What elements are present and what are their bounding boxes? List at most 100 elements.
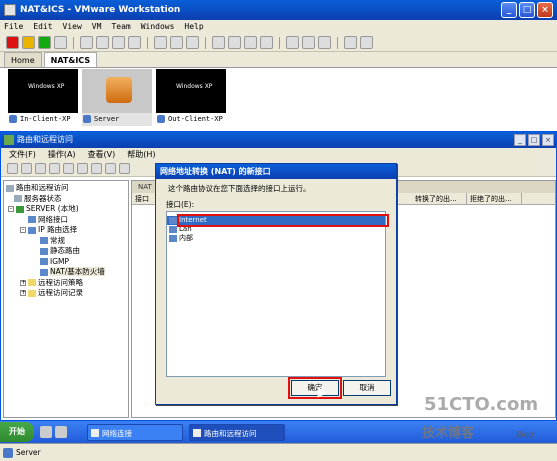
menu-windows[interactable]: Windows <box>141 20 175 34</box>
toolbar-separator <box>147 36 148 49</box>
refresh-icon[interactable] <box>91 163 102 174</box>
view-thumbnail-icon[interactable] <box>302 36 315 49</box>
menu-team[interactable]: Team <box>111 20 130 34</box>
show-tree-icon[interactable] <box>49 163 60 174</box>
static-routes-icon <box>40 247 48 255</box>
expand-icon[interactable]: + <box>20 290 26 296</box>
tree-item-server-local[interactable]: - SERVER (本地) <box>6 204 126 215</box>
thumbnail-out-client-xp[interactable]: Windows XP Out-Client-XP <box>156 69 226 126</box>
interface-list[interactable]: Internet Lan 内部 <box>166 211 389 377</box>
record-icon[interactable] <box>344 36 357 49</box>
tree-item-static-routes[interactable]: 静态路由 <box>6 246 126 257</box>
power-off-icon[interactable] <box>6 36 19 49</box>
watermark-blog-cn: 技术博客 <box>422 426 475 441</box>
rras-app-icon <box>4 135 14 145</box>
vm-icon <box>157 115 165 123</box>
tree-item-nat-firewall[interactable]: NAT/基本防火墙 <box>6 267 126 278</box>
replay-icon[interactable] <box>360 36 373 49</box>
tab-home[interactable]: Home <box>4 52 42 67</box>
collapse-icon[interactable]: - <box>20 227 26 233</box>
tab-nat-ics[interactable]: NAT&ICS <box>43 52 98 67</box>
tree-item-rras[interactable]: 路由和远程访问 <box>6 183 126 194</box>
clone-icon[interactable] <box>128 36 141 49</box>
power-on-icon[interactable] <box>38 36 51 49</box>
vmware-logo-icon <box>106 77 132 103</box>
rras-title-bar[interactable]: 路由和远程访问 _ □ × <box>1 132 556 148</box>
menu-help[interactable]: Help <box>184 20 203 34</box>
vmware-title-bar[interactable]: NAT&ICS - VMware Workstation _ □ × <box>0 0 557 20</box>
nat-firewall-icon <box>40 268 48 276</box>
thumbnail-server[interactable]: Server <box>82 69 152 126</box>
revert-snapshot-icon[interactable] <box>96 36 109 49</box>
menu-edit[interactable]: Edit <box>33 20 52 34</box>
tree-item-remote-access-policies[interactable]: + 远程访问策略 <box>6 278 126 289</box>
vm-icon <box>9 115 17 123</box>
thumbnail-in-client-xp[interactable]: Windows XP In-Client-XP <box>8 69 78 126</box>
tree-item-server-status[interactable]: 服务器状态 <box>6 194 126 205</box>
rras-maximize-button[interactable]: □ <box>528 134 540 146</box>
properties-icon[interactable] <box>77 163 88 174</box>
delete-icon[interactable] <box>63 163 74 174</box>
rras-close-button[interactable]: × <box>542 134 554 146</box>
dialog-description: 这个路由协议在您下面选择的接口上运行。 <box>168 184 311 193</box>
close-button[interactable]: × <box>537 2 553 18</box>
cancel-button[interactable]: 取消 <box>343 380 391 396</box>
tree-item-general[interactable]: 常规 <box>6 236 126 247</box>
view-quick-switch-icon[interactable] <box>212 36 225 49</box>
rras-icon <box>6 184 14 192</box>
view-fullscreen-icon[interactable] <box>228 36 241 49</box>
vm-icon <box>83 115 91 123</box>
maximize-button[interactable]: □ <box>519 2 535 18</box>
ie-icon[interactable] <box>40 426 52 438</box>
menu-view[interactable]: View <box>63 20 82 34</box>
back-icon[interactable] <box>7 163 18 174</box>
vm-thumbnail-strip: Windows XP In-Client-XP Server Windows X… <box>0 69 557 129</box>
tree-item-remote-access-logging[interactable]: + 远程访问记录 <box>6 288 126 299</box>
tree-item-igmp[interactable]: IGMP <box>6 257 126 268</box>
suspend-icon[interactable] <box>22 36 35 49</box>
menu-file[interactable]: File <box>4 20 23 34</box>
menu-help[interactable]: 帮助(H) <box>127 148 155 161</box>
view-tabs-icon[interactable] <box>318 36 331 49</box>
interface-item-internal[interactable]: 内部 <box>167 234 385 243</box>
task-rras[interactable]: 路由和远程访问 <box>189 423 285 441</box>
thumbnail-label: Server <box>94 115 120 123</box>
dialog-title[interactable]: 网络地址转换 (NAT) 的新接口 <box>156 164 396 179</box>
column-translated-out[interactable]: 转换了的出... <box>412 193 467 204</box>
view-unity-icon[interactable] <box>244 36 257 49</box>
task-network-connections[interactable]: 网络连接 <box>87 423 183 441</box>
toolbar-separator <box>73 36 74 49</box>
logging-icon <box>28 289 36 297</box>
help-icon[interactable] <box>119 163 130 174</box>
vmware-toolbar <box>0 34 557 52</box>
tree-item-network-interfaces[interactable]: 网络接口 <box>6 215 126 226</box>
up-folder-icon[interactable] <box>35 163 46 174</box>
rras-task-icon <box>193 428 201 437</box>
rras-title: 路由和远程访问 <box>17 135 73 144</box>
tree-item-ip-routing[interactable]: - IP 路由选择 <box>6 225 126 236</box>
view-console-icon[interactable] <box>260 36 273 49</box>
menu-vm[interactable]: VM <box>92 20 102 34</box>
interface-list-label: 接口(E): <box>166 200 195 209</box>
team-icon[interactable] <box>170 36 183 49</box>
menu-file[interactable]: 文件(F) <box>9 148 36 161</box>
menu-action[interactable]: 操作(A) <box>48 148 76 161</box>
snapshot-icon[interactable] <box>80 36 93 49</box>
view-summary-icon[interactable] <box>286 36 299 49</box>
forward-icon[interactable] <box>21 163 32 174</box>
snapshot-manager-icon[interactable] <box>112 36 125 49</box>
collapse-icon[interactable]: - <box>8 206 14 212</box>
export-icon[interactable] <box>105 163 116 174</box>
start-button[interactable]: 开始 <box>0 422 34 442</box>
reset-icon[interactable] <box>54 36 67 49</box>
show-desktop-icon[interactable] <box>55 426 67 438</box>
column-rejected-out[interactable]: 拒绝了的出... <box>467 193 522 204</box>
minimize-button[interactable]: _ <box>501 2 517 18</box>
quick-launch <box>40 426 67 438</box>
thumbnail-screen: Windows XP <box>8 69 78 113</box>
menu-view[interactable]: 查看(V) <box>88 148 116 161</box>
network-icon[interactable] <box>186 36 199 49</box>
rras-minimize-button[interactable]: _ <box>514 134 526 146</box>
settings-icon[interactable] <box>154 36 167 49</box>
expand-icon[interactable]: + <box>20 279 26 286</box>
